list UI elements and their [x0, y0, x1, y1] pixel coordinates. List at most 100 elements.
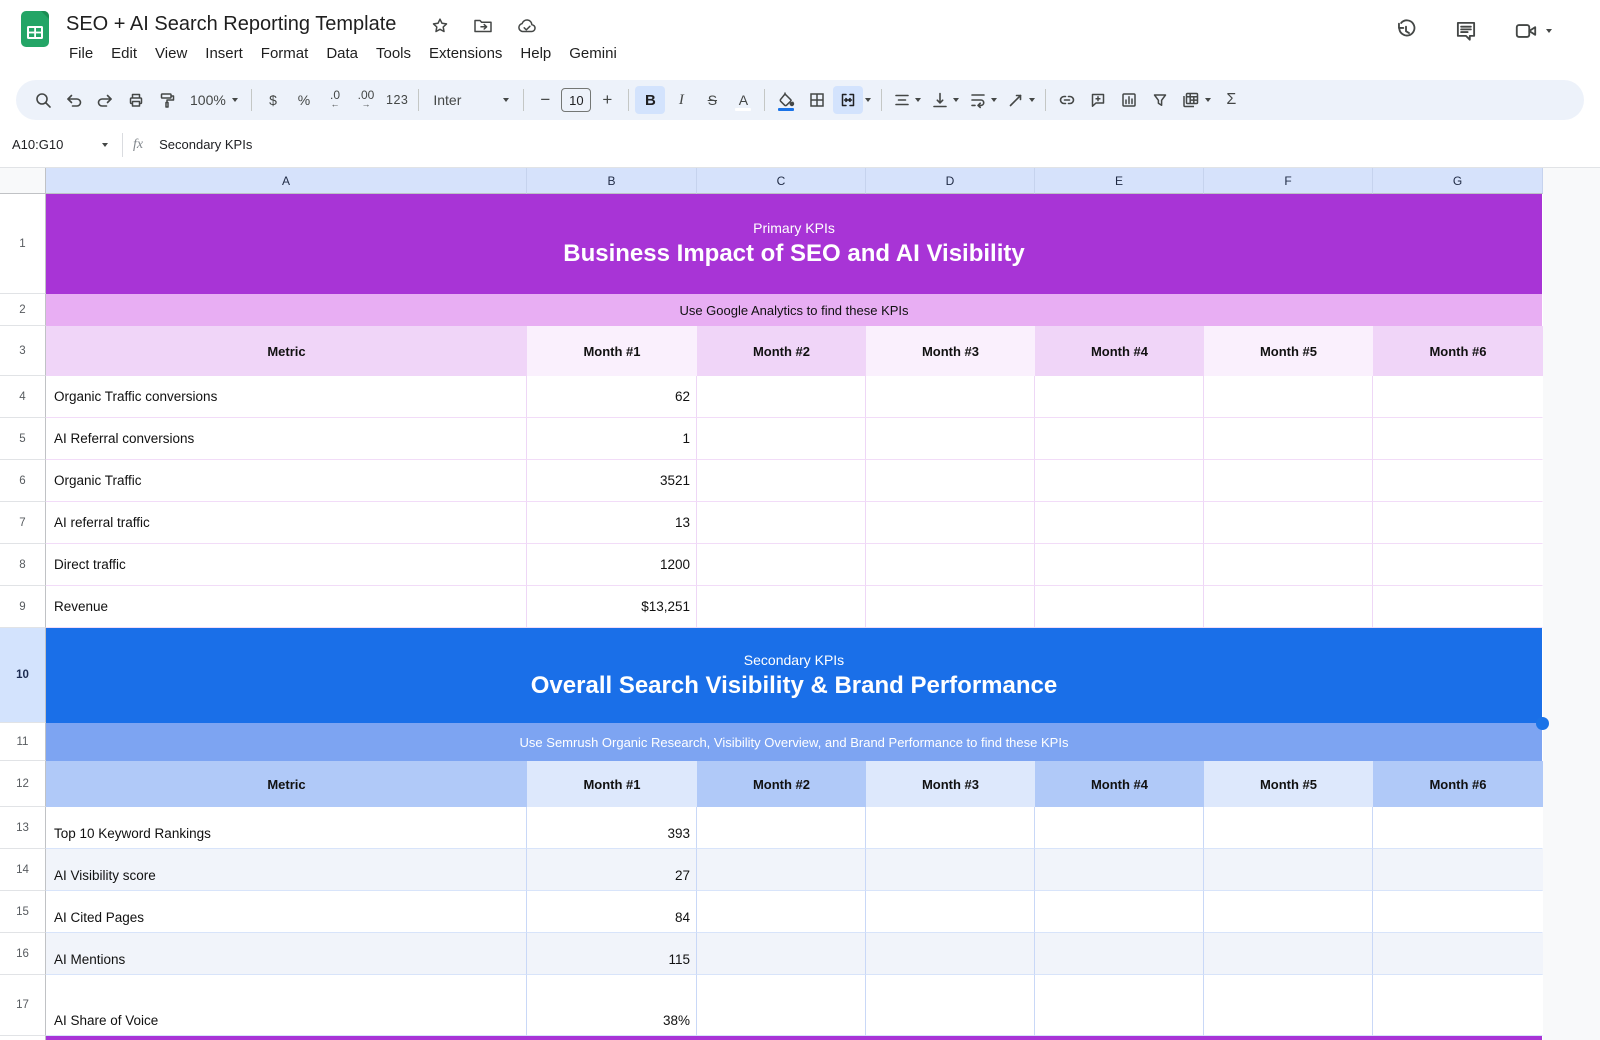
cell[interactable]: [1204, 502, 1373, 544]
value-cell[interactable]: 1: [527, 418, 697, 460]
value-cell[interactable]: 393: [527, 807, 697, 849]
cell[interactable]: [1373, 807, 1543, 849]
cell[interactable]: [1035, 418, 1204, 460]
paint-format-button[interactable]: [152, 86, 182, 114]
header-cell[interactable]: Metric: [46, 326, 527, 376]
zoom-control[interactable]: 100%: [183, 86, 245, 114]
cell[interactable]: [1035, 933, 1204, 975]
cell[interactable]: [866, 376, 1035, 418]
value-cell[interactable]: 13: [527, 502, 697, 544]
merge-cells-button[interactable]: [833, 86, 863, 114]
value-cell[interactable]: 62: [527, 376, 697, 418]
menu-format[interactable]: Format: [252, 42, 318, 65]
value-cell[interactable]: 27: [527, 849, 697, 891]
cell[interactable]: [1373, 933, 1543, 975]
row-header-6[interactable]: 6: [0, 460, 46, 502]
metric-cell[interactable]: Direct traffic: [46, 544, 527, 586]
cell[interactable]: [1204, 975, 1373, 1036]
cell[interactable]: [866, 849, 1035, 891]
name-box[interactable]: A10:G10: [12, 137, 116, 152]
cell[interactable]: [866, 418, 1035, 460]
cell[interactable]: [697, 849, 866, 891]
sheets-logo-icon[interactable]: [15, 9, 55, 49]
value-cell[interactable]: $13,251: [527, 586, 697, 628]
comments-icon[interactable]: [1453, 18, 1479, 44]
secondary-note-cell[interactable]: Use Semrush Organic Research, Visibility…: [46, 723, 1542, 761]
cell[interactable]: [1373, 586, 1543, 628]
header-cell[interactable]: Month #5: [1204, 326, 1373, 376]
cell[interactable]: [1204, 376, 1373, 418]
menu-data[interactable]: Data: [317, 42, 367, 65]
row-header-3[interactable]: 3: [0, 326, 46, 376]
cell[interactable]: [1204, 933, 1373, 975]
metric-cell[interactable]: AI Share of Voice: [46, 975, 527, 1036]
metric-cell[interactable]: Revenue: [46, 586, 527, 628]
cell[interactable]: [697, 807, 866, 849]
increase-decimal-button[interactable]: .00→: [351, 86, 381, 114]
cell[interactable]: [866, 933, 1035, 975]
cell[interactable]: [1035, 586, 1204, 628]
font-size-input[interactable]: 10: [561, 88, 591, 112]
row-header-4[interactable]: 4: [0, 376, 46, 418]
header-cell[interactable]: Month #1: [527, 326, 697, 376]
format-currency-button[interactable]: $: [258, 86, 288, 114]
star-icon[interactable]: [430, 16, 450, 36]
header-cell[interactable]: Month #4: [1035, 761, 1204, 807]
meet-presentation-control[interactable]: [1513, 18, 1552, 44]
increase-font-size-button[interactable]: +: [592, 86, 622, 114]
primary-note-cell[interactable]: Use Google Analytics to find these KPIs: [46, 294, 1542, 326]
row-header-12[interactable]: 12: [0, 761, 46, 807]
value-cell[interactable]: 84: [527, 891, 697, 933]
format-percent-button[interactable]: %: [289, 86, 319, 114]
row-header-9[interactable]: 9: [0, 586, 46, 628]
cell[interactable]: [697, 891, 866, 933]
cell[interactable]: [697, 376, 866, 418]
value-cell[interactable]: 3521: [527, 460, 697, 502]
menu-extensions[interactable]: Extensions: [420, 42, 511, 65]
row-header-2[interactable]: 2: [0, 294, 46, 326]
next-section-banner-clipped[interactable]: [46, 1036, 1542, 1040]
column-header-d[interactable]: D: [866, 168, 1035, 194]
cell[interactable]: [1373, 502, 1543, 544]
row-header-11[interactable]: 11: [0, 723, 46, 761]
cell[interactable]: [1373, 418, 1543, 460]
header-cell[interactable]: Month #3: [866, 761, 1035, 807]
cell[interactable]: [866, 891, 1035, 933]
cell[interactable]: [1204, 891, 1373, 933]
cell[interactable]: [1373, 891, 1543, 933]
header-cell[interactable]: Month #3: [866, 326, 1035, 376]
primary-banner-cell[interactable]: Primary KPIs Business Impact of SEO and …: [46, 194, 1542, 294]
cell[interactable]: [697, 502, 866, 544]
row-header-14[interactable]: 14: [0, 849, 46, 891]
cell[interactable]: [697, 975, 866, 1036]
cell[interactable]: [1035, 849, 1204, 891]
row-header-10[interactable]: 10: [0, 628, 46, 723]
metric-cell[interactable]: AI Referral conversions: [46, 418, 527, 460]
borders-button[interactable]: [802, 86, 832, 114]
strikethrough-button[interactable]: S: [697, 86, 727, 114]
value-cell[interactable]: 1200: [527, 544, 697, 586]
metric-cell[interactable]: AI Cited Pages: [46, 891, 527, 933]
header-cell[interactable]: Metric: [46, 761, 527, 807]
row-header-15[interactable]: 15: [0, 891, 46, 933]
column-header-c[interactable]: C: [697, 168, 866, 194]
header-cell[interactable]: Month #6: [1373, 761, 1543, 807]
cell[interactable]: [1035, 502, 1204, 544]
decrease-font-size-button[interactable]: −: [530, 86, 560, 114]
cell[interactable]: [866, 807, 1035, 849]
cell[interactable]: [1204, 849, 1373, 891]
menu-edit[interactable]: Edit: [102, 42, 146, 65]
cell[interactable]: [1035, 975, 1204, 1036]
row-header-17[interactable]: 17: [0, 975, 46, 1036]
menu-insert[interactable]: Insert: [196, 42, 252, 65]
cell[interactable]: [697, 418, 866, 460]
cell[interactable]: [1373, 544, 1543, 586]
menu-file[interactable]: File: [60, 42, 102, 65]
menu-tools[interactable]: Tools: [367, 42, 420, 65]
cell[interactable]: [866, 502, 1035, 544]
text-wrap-button[interactable]: [964, 86, 1001, 114]
cell[interactable]: [866, 975, 1035, 1036]
move-folder-icon[interactable]: [472, 16, 494, 36]
row-header-18-clipped[interactable]: [0, 1036, 46, 1040]
cell[interactable]: [1035, 807, 1204, 849]
